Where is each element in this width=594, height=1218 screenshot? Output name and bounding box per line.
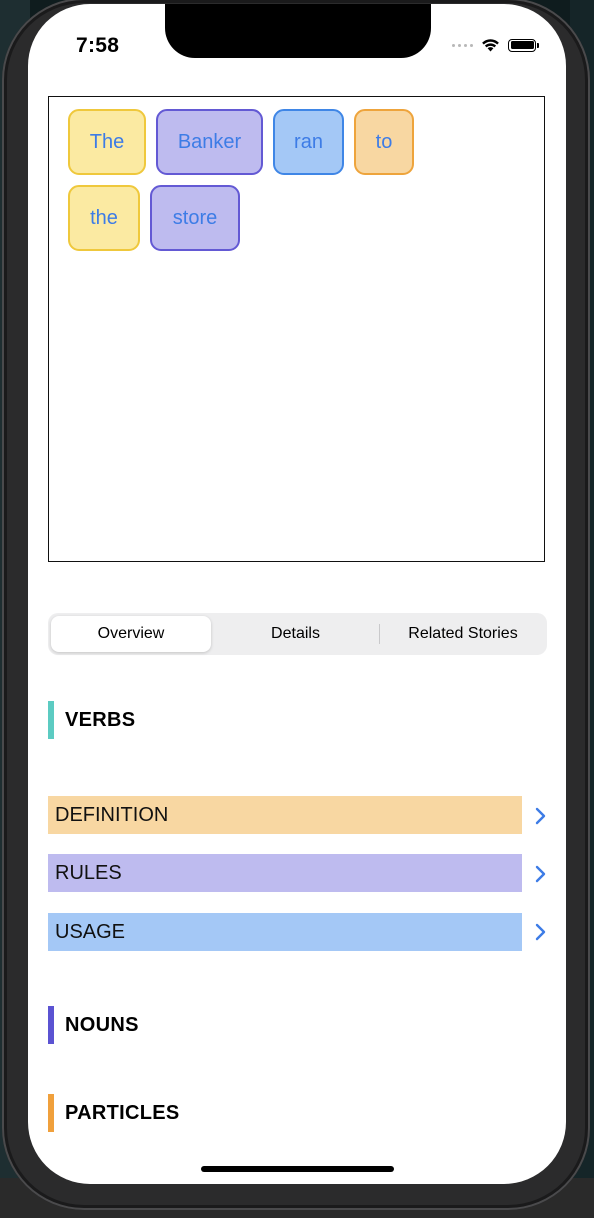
verb-rules-row[interactable]: RULES — [48, 854, 522, 892]
section-color-bar — [48, 1006, 54, 1044]
section-title: VERBS — [65, 708, 136, 731]
word-chip[interactable]: The — [68, 109, 146, 175]
cellular-signal-icon — [452, 43, 473, 47]
word-chip[interactable]: Banker — [156, 109, 263, 175]
chevron-right-icon[interactable] — [533, 864, 547, 884]
tab-related-stories[interactable]: Related Stories — [381, 616, 545, 652]
section-title: NOUNS — [65, 1013, 139, 1036]
word-chip[interactable]: the — [68, 185, 140, 251]
word-chip[interactable]: to — [354, 109, 414, 175]
word-chip[interactable]: store — [150, 185, 240, 251]
section-header-particles[interactable]: PARTICLES — [48, 1094, 180, 1132]
tab-details[interactable]: Details — [214, 616, 377, 652]
section-color-bar — [48, 1094, 54, 1132]
section-header-nouns[interactable]: NOUNS — [48, 1006, 139, 1044]
battery-icon — [508, 38, 539, 52]
phone-screen: 7:58 The Banker ran to the store Overvie… — [28, 4, 566, 1184]
tab-overview[interactable]: Overview — [51, 616, 211, 652]
segment-divider — [379, 624, 380, 644]
home-indicator[interactable] — [201, 1166, 394, 1172]
section-header-verbs[interactable]: VERBS — [48, 701, 135, 739]
section-title: PARTICLES — [65, 1101, 180, 1124]
section-color-bar — [48, 701, 54, 739]
chevron-right-icon[interactable] — [533, 806, 547, 826]
wifi-icon — [482, 39, 499, 52]
chevron-right-icon[interactable] — [533, 922, 547, 942]
verb-usage-row[interactable]: USAGE — [48, 913, 522, 951]
sentence-display: The Banker ran to the store — [48, 96, 545, 562]
phone-frame: 7:58 The Banker ran to the store Overvie… — [2, 0, 590, 1210]
status-time: 7:58 — [76, 34, 120, 57]
tab-segmented-control: Overview Details Related Stories — [48, 613, 547, 655]
notch — [165, 4, 431, 58]
status-icons — [452, 38, 539, 52]
verb-definition-row[interactable]: DEFINITION — [48, 796, 522, 834]
word-chip[interactable]: ran — [273, 109, 344, 175]
